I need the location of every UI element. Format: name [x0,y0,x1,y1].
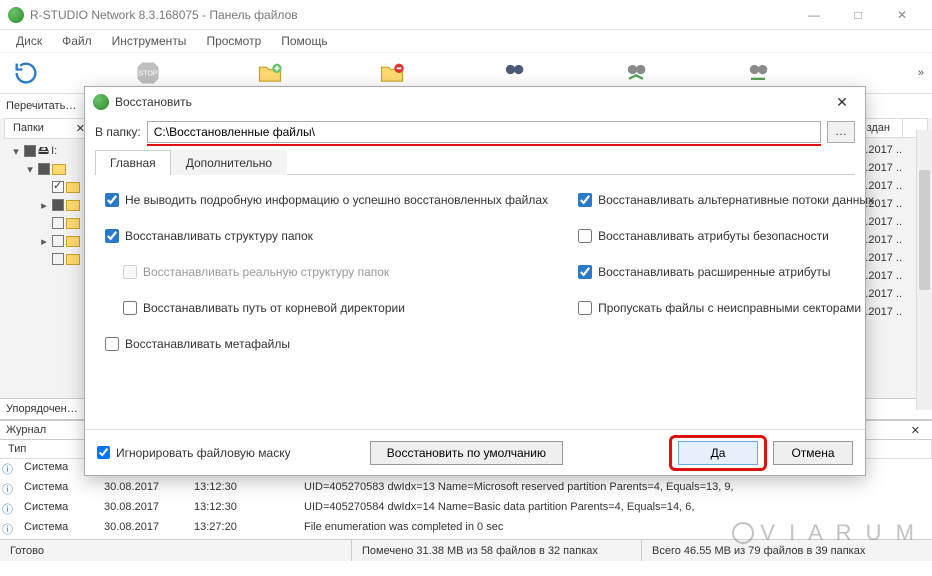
folder-input[interactable] [147,121,821,143]
window-title: R-STUDIO Network 8.3.168075 - Панель фай… [30,8,792,22]
journal-row: ⓘ Система 30.08.2017 13:27:20 File enume… [0,519,932,539]
browse-button[interactable]: … [827,121,855,143]
opt-real-struct: Восстанавливать реальную структуру папок [123,265,548,279]
status-total: Всего 46.55 MB из 79 файлов в 39 папках [642,540,932,561]
journal-close-icon[interactable]: ✕ [905,424,926,437]
journal-title: Журнал [6,424,46,436]
dialog-icon [93,94,109,110]
opt-metafiles[interactable]: Восстанавливать метафайлы [105,337,548,351]
dialog-close-icon[interactable]: ✕ [827,94,857,111]
opt-no-detailed[interactable]: Не выводить подробную информацию о успеш… [105,193,548,207]
folder-tree[interactable]: ▾🖴I: ▾ ▸ ▸ [10,142,80,268]
menu-view[interactable]: Просмотр [196,32,271,50]
stop-icon[interactable]: STOP [132,57,164,89]
toolbar-overflow-icon[interactable]: » [918,67,924,79]
open-folder-icon[interactable] [254,57,286,89]
minimize-button[interactable]: — [792,0,836,30]
ok-highlight: Да [669,435,767,471]
opt-ext-attrs[interactable]: Восстанавливать расширенные атрибуты [578,265,874,279]
info-icon: ⓘ [0,459,16,479]
vertical-scrollbar[interactable] [916,130,932,410]
recover-dialog: Восстановить ✕ В папку: … Главная Дополн… [84,86,866,476]
status-bar: Готово Помечено 31.38 MB из 58 файлов в … [0,539,932,561]
menu-bar: Диск Файл Инструменты Просмотр Помощь [0,30,932,52]
maximize-button[interactable]: □ [836,0,880,30]
opt-skip-bad[interactable]: Пропускать файлы с неисправными секторам… [578,301,874,315]
find-icon[interactable] [498,57,530,89]
info-icon: ⓘ [0,499,16,519]
folders-header[interactable]: Папки ✕ [4,118,94,139]
save-folder-icon[interactable] [376,57,408,89]
info-icon: ⓘ [0,479,16,499]
journal-row: ⓘ Система 30.08.2017 13:12:30 UID=405270… [0,479,932,499]
sort-label[interactable]: Упорядочен… [6,403,78,415]
reread-label[interactable]: Перечитать… [6,100,76,112]
main-titlebar: R-STUDIO Network 8.3.168075 - Панель фай… [0,0,932,30]
menu-file[interactable]: Файл [52,32,102,50]
opt-alt-streams[interactable]: Восстанавливать альтернативные потоки да… [578,193,874,207]
defaults-button[interactable]: Восстановить по умолчанию [370,441,563,465]
close-button[interactable]: ✕ [880,0,924,30]
opt-root-path[interactable]: Восстанавливать путь от корневой директо… [123,301,548,315]
menu-tools[interactable]: Инструменты [102,32,197,50]
folder-label: В папку: [95,125,141,139]
highlight-underline [147,144,821,146]
dialog-title: Восстановить [115,95,827,109]
journal-row: ⓘ Система 30.08.2017 13:12:30 UID=405270… [0,499,932,519]
dialog-buttons: Игнорировать файловую маску Восстановить… [85,429,865,475]
tab-main[interactable]: Главная [95,150,171,175]
find-next-icon[interactable] [620,57,652,89]
info-icon: ⓘ [0,519,16,539]
status-marked: Помечено 31.38 MB из 58 файлов в 32 папк… [352,540,642,561]
output-folder-row: В папку: … [85,117,865,149]
svg-text:STOP: STOP [139,70,158,77]
tab-advanced[interactable]: Дополнительно [171,150,287,175]
menu-help[interactable]: Помощь [271,32,337,50]
app-icon [8,7,24,23]
menu-disk[interactable]: Диск [6,32,52,50]
col-type[interactable]: Тип [0,440,96,458]
cancel-button[interactable]: Отмена [773,441,853,465]
opt-sec-attrs[interactable]: Восстанавливать атрибуты безопасности [578,229,874,243]
status-ready: Готово [0,540,352,561]
dialog-titlebar: Восстановить ✕ [85,87,865,117]
options-grid: Не выводить подробную информацию о успеш… [85,175,865,429]
ok-button[interactable]: Да [678,441,758,465]
refresh-icon[interactable] [10,57,42,89]
find-prev-icon[interactable] [742,57,774,89]
opt-ignore-mask[interactable]: Игнорировать файловую маску [97,446,291,460]
dialog-tabs: Главная Дополнительно [95,149,855,175]
opt-folder-struct[interactable]: Восстанавливать структуру папок [105,229,548,243]
